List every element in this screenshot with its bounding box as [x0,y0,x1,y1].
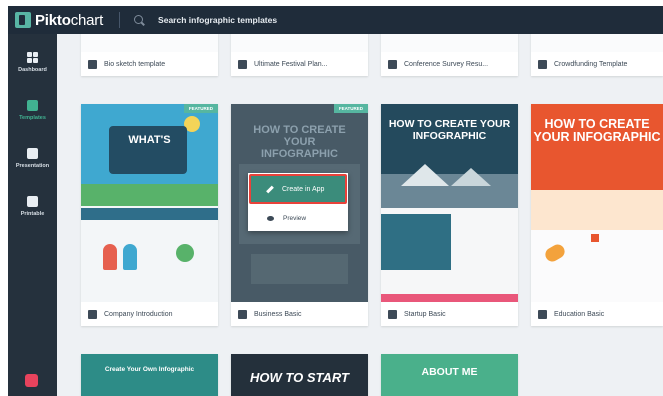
document-icon [238,309,247,319]
thumbnail-headline: HOW TO START [250,370,349,385]
document-icon [238,59,247,69]
dashboard-icon [27,52,38,63]
thumbnail-headline: HOW TO CREATE YOUR INFOGRAPHIC [533,117,661,144]
featured-badge: FEATURED [183,104,218,113]
card-title: Crowdfunding Template [554,60,628,68]
template-card[interactable]: Conference Survey Resu... [381,34,518,76]
search-input[interactable]: Search infographic templates [158,15,277,25]
document-icon [88,309,97,319]
top-bar: Piktochart Search infographic templates [8,6,663,34]
template-card[interactable]: ABOUT ME [381,354,518,396]
sidebar: Dashboard Templates Presentation Printab… [8,34,57,396]
template-card[interactable]: Ultimate Festival Plan... [231,34,368,76]
presentation-icon [27,148,38,159]
create-in-app-button[interactable]: Create in App [249,174,347,204]
topbar-divider [119,12,121,28]
logo-text: Piktochart [35,11,104,29]
eye-icon [267,215,274,221]
document-icon [88,59,97,69]
template-card-education-basic[interactable]: HOW TO CREATE YOUR INFOGRAPHIC Education… [531,104,663,326]
printable-icon [27,196,38,207]
card-title: Company Introduction [104,310,173,318]
sidebar-item-label: Presentation [15,163,50,169]
logo-mark-icon [15,12,31,28]
card-title: Startup Basic [404,310,446,318]
sidebar-item-label: Printable [20,211,45,217]
thumbnail-headline: Create Your Own Infographic [104,366,195,373]
sidebar-item-printable[interactable]: Printable [8,196,57,217]
card-title: Bio sketch template [104,60,166,68]
document-icon [388,309,397,319]
template-card[interactable]: Crowdfunding Template [531,34,663,76]
thumbnail-headline: HOW TO CREATE YOUR INFOGRAPHIC [253,124,346,160]
document-icon [538,309,547,319]
template-card-startup-basic[interactable]: HOW TO CREATE YOUR INFOGRAPHIC Startup B… [381,104,518,326]
search-icon[interactable] [134,14,145,26]
sidebar-item-dashboard[interactable]: Dashboard [8,52,57,73]
create-in-app-label: Create in App [282,185,325,193]
template-thumbnail: HOW TO CREATE YOUR INFOGRAPHIC [381,104,518,302]
piktochart-logo[interactable]: Piktochart [8,6,103,34]
sidebar-item-presentation[interactable]: Presentation [8,148,57,169]
template-thumbnail: HOW TO CREATE YOUR INFOGRAPHIC [531,104,663,302]
template-thumbnail: WHAT'S FEATURED [81,104,218,302]
app-window: Piktochart Search infographic templates … [0,0,663,396]
thumbnail-headline: WHAT'S [128,134,171,146]
card-title: Education Basic [554,310,605,318]
pencil-icon [266,185,274,193]
template-card-company-introduction[interactable]: WHAT'S FEATURED Company Introduction [81,104,218,326]
document-icon [388,59,397,69]
sidebar-item-label: Dashboard [18,67,47,73]
document-icon [538,59,547,69]
thumbnail-headline: HOW TO CREATE YOUR INFOGRAPHIC [388,118,511,142]
template-action-menu: Create in App Preview [248,173,348,231]
rocket-icon [542,241,568,265]
template-card[interactable]: HOW TO START [231,354,368,396]
card-title: Ultimate Festival Plan... [254,60,328,68]
sidebar-item-label: Templates [19,115,46,121]
template-card[interactable]: Create Your Own Infographic [81,354,218,396]
template-card[interactable]: Bio sketch template [81,34,218,76]
featured-badge: FEATURED [333,104,368,113]
card-title: Conference Survey Resu... [404,60,489,68]
preview-button[interactable]: Preview [249,209,347,227]
template-gallery: Bio sketch template Ultimate Festival Pl… [57,34,663,396]
card-title: Business Basic [254,310,302,318]
preview-label: Preview [283,214,307,222]
sidebar-item-templates[interactable]: Templates [8,100,57,121]
thumbnail-headline: ABOUT ME [421,366,478,378]
help-icon[interactable] [25,374,38,387]
templates-icon [27,100,38,111]
